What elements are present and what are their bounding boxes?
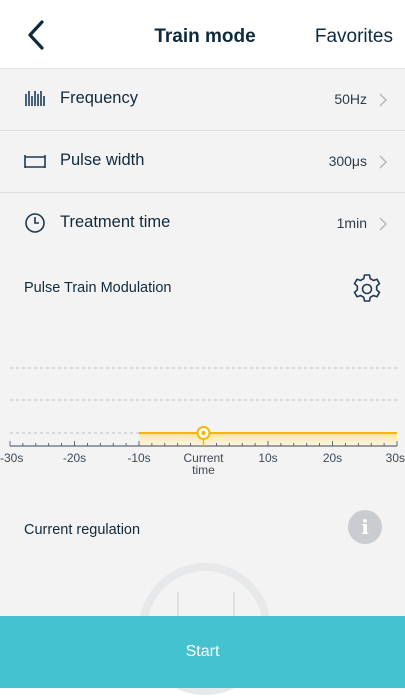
start-button[interactable]: Start (0, 616, 405, 688)
settings-list: Frequency 50Hz Pulse width 300μs Treatme… (0, 69, 405, 255)
pulse-width-value: 300μs (328, 153, 367, 169)
frequency-row[interactable]: Frequency 50Hz (0, 69, 405, 131)
chevron-right-icon (379, 217, 388, 231)
clock-icon (25, 213, 45, 233)
modulation-title: Pulse Train Modulation (24, 280, 172, 296)
back-arrow-icon[interactable] (22, 18, 52, 52)
top-bar: Train mode Favorites (0, 0, 405, 69)
page-title: Train mode (154, 26, 256, 47)
tick-label: time (192, 463, 215, 474)
frequency-label: Frequency (60, 89, 138, 107)
favorites-button[interactable]: Favorites (315, 26, 393, 48)
pulse-width-icon (24, 155, 46, 168)
frequency-value: 50Hz (334, 91, 367, 107)
tick-label: 20s (323, 451, 342, 465)
treatment-time-value: 1min (336, 215, 367, 231)
chevron-right-icon (379, 93, 388, 107)
pulse-width-label: Pulse width (60, 151, 145, 169)
chevron-right-icon (379, 155, 388, 169)
pulse-width-row[interactable]: Pulse width 300μs (0, 131, 405, 193)
modulation-panel: Pulse Train Modulation -30s -20s -10s Curre… (0, 254, 405, 695)
tick-label: -20s (63, 451, 86, 465)
frequency-icon (25, 91, 45, 106)
gear-icon[interactable] (351, 273, 383, 305)
tick-label: 10s (258, 451, 277, 465)
tick-label: -10s (127, 451, 150, 465)
modulation-chart[interactable]: -30s -20s -10s Currenttime10s 20s 30s (0, 334, 405, 474)
tick-label: 30s (386, 451, 405, 465)
treatment-time-label: Treatment time (60, 213, 171, 231)
info-icon[interactable]: i (348, 510, 382, 544)
tick-label: -30s (0, 451, 23, 465)
treatment-time-row[interactable]: Treatment time 1min (0, 193, 405, 255)
regulation-title: Current regulation (24, 522, 141, 538)
